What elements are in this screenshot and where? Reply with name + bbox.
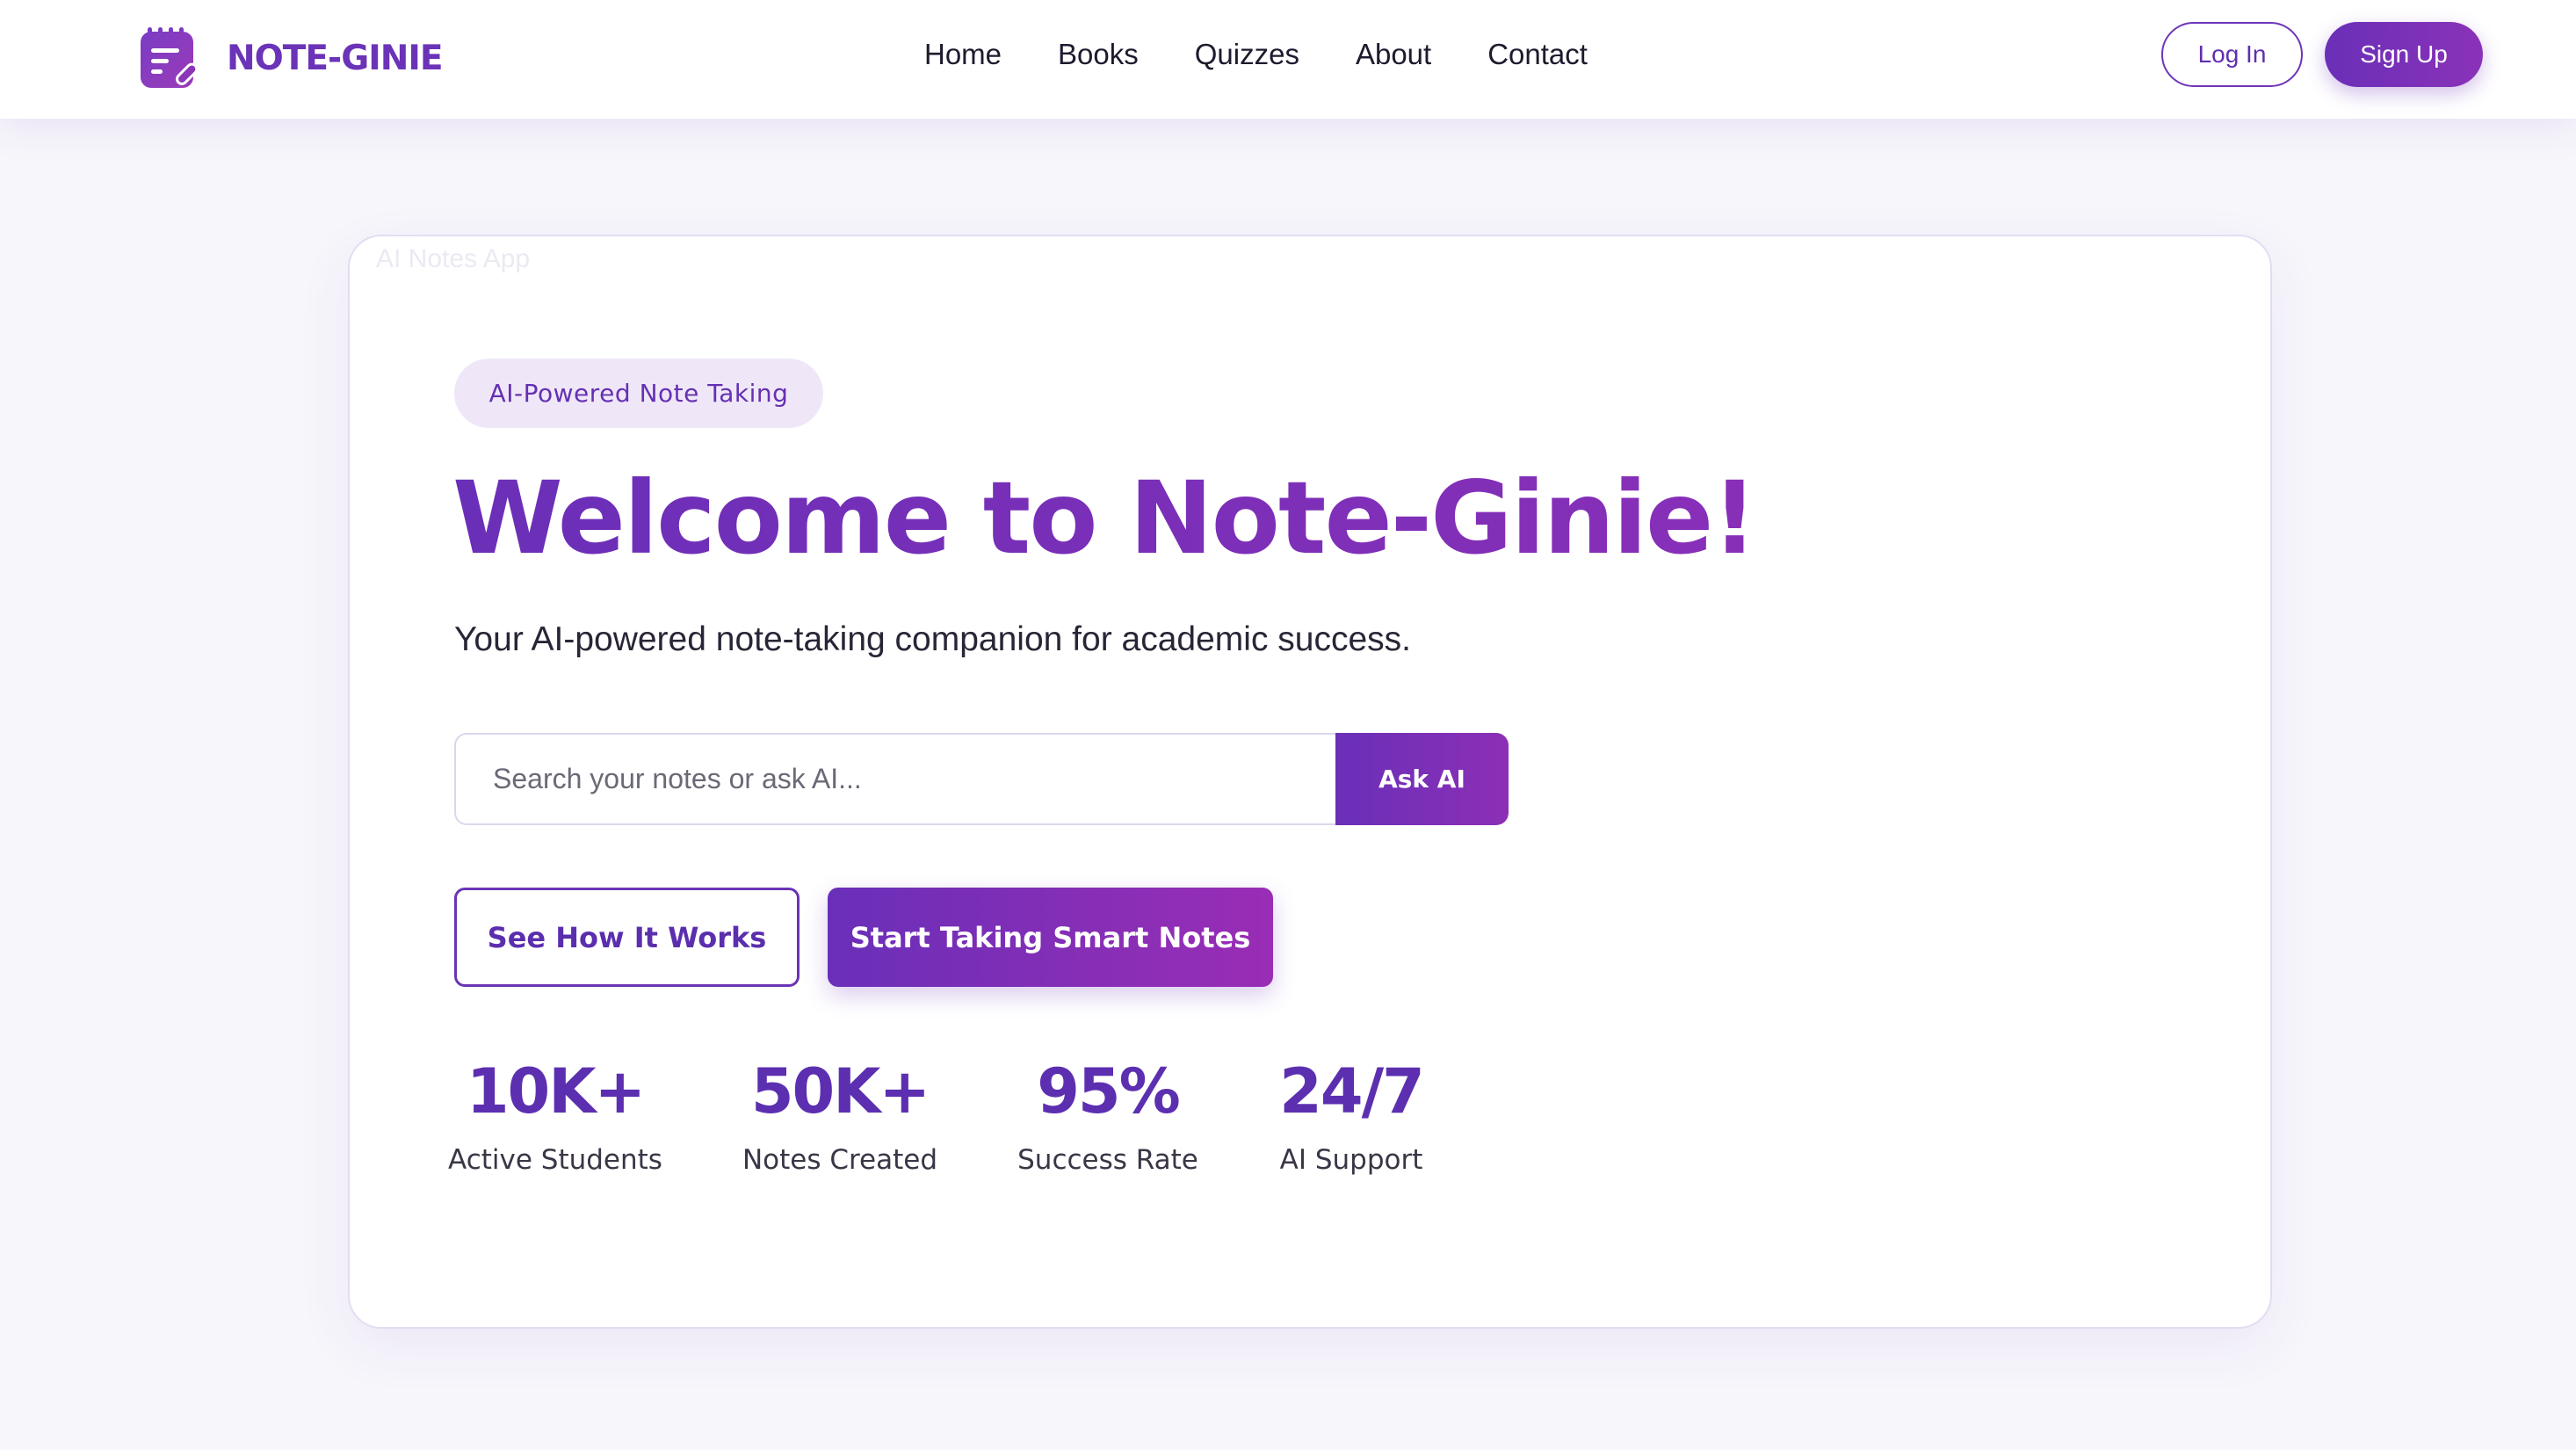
stat-label: Notes Created xyxy=(742,1144,938,1176)
nav-link-home[interactable]: Home xyxy=(924,38,1002,71)
stat-label: AI Support xyxy=(1279,1144,1423,1176)
brand-name: NOTE-GINIE xyxy=(227,38,444,78)
hero-subtitle: Your AI-powered note-taking companion fo… xyxy=(454,620,1411,658)
stat-ai-support: 24/7 AI Support xyxy=(1274,1055,1429,1176)
nav-link-quizzes[interactable]: Quizzes xyxy=(1195,38,1299,71)
stat-value: 10K+ xyxy=(466,1055,646,1127)
top-navbar: NOTE-GINIE Home Books Quizzes About Cont… xyxy=(0,0,2576,119)
stat-active-students: 10K+ Active Students xyxy=(445,1055,666,1176)
hero-title: Welcome to Note-Ginie! xyxy=(452,457,1858,580)
main-nav: Home Books Quizzes About Contact xyxy=(924,32,1588,77)
signup-button[interactable]: Sign Up xyxy=(2325,22,2483,87)
nav-link-books[interactable]: Books xyxy=(1058,38,1139,71)
search-input[interactable] xyxy=(454,733,1337,825)
nav-link-contact[interactable]: Contact xyxy=(1487,38,1588,71)
notepad-pencil-icon xyxy=(141,27,199,88)
stat-label: Success Rate xyxy=(1017,1144,1198,1176)
ask-ai-button[interactable]: Ask AI xyxy=(1335,733,1509,825)
stat-notes-created: 50K+ Notes Created xyxy=(738,1055,942,1176)
nav-link-about[interactable]: About xyxy=(1356,38,1431,71)
hero-image-alt-text: AI Notes App xyxy=(376,244,531,273)
feature-badge: AI-Powered Note Taking xyxy=(454,359,823,428)
stat-success-rate: 95% Success Rate xyxy=(1012,1055,1204,1176)
stat-value: 95% xyxy=(1037,1055,1181,1127)
see-how-it-works-button[interactable]: See How It Works xyxy=(454,888,800,987)
login-button[interactable]: Log In xyxy=(2161,22,2303,87)
stat-value: 24/7 xyxy=(1279,1055,1425,1127)
stat-value: 50K+ xyxy=(750,1055,930,1127)
brand-logo-link[interactable]: NOTE-GINIE xyxy=(139,23,444,93)
stat-label: Active Students xyxy=(448,1144,662,1176)
start-taking-notes-button[interactable]: Start Taking Smart Notes xyxy=(828,888,1273,987)
